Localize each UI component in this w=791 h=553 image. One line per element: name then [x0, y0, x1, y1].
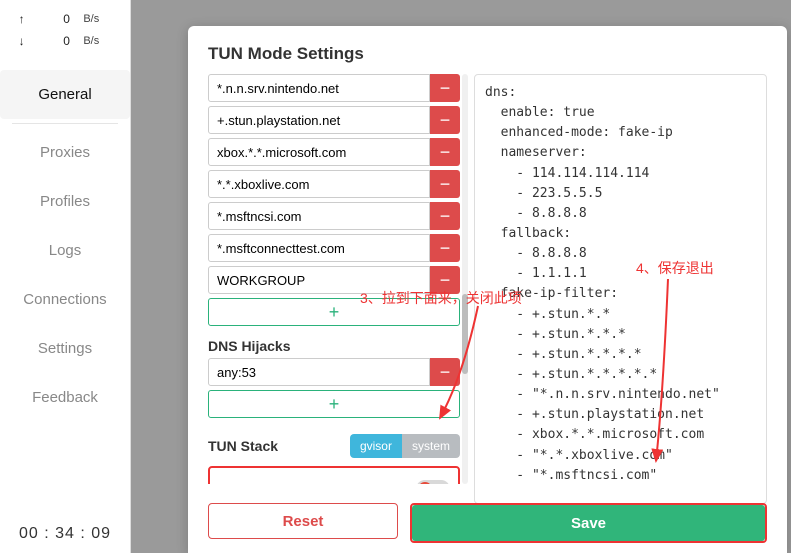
remove-button[interactable]: −: [430, 170, 460, 198]
seg-gvisor[interactable]: gvisor: [350, 434, 402, 458]
filter-input[interactable]: [208, 234, 430, 262]
remove-button[interactable]: −: [430, 106, 460, 134]
arrow-down-icon: ↓: [17, 34, 27, 48]
remove-button[interactable]: −: [430, 202, 460, 230]
scrollbar[interactable]: [462, 74, 468, 484]
tun-stack-label: TUN Stack: [208, 438, 278, 454]
uptime-timer: 00 : 34 : 09: [0, 525, 130, 543]
traffic-stats: ↑ 0 B/s ↓ 0 B/s: [0, 0, 130, 60]
filter-row: −: [208, 202, 460, 230]
filter-row: −: [208, 106, 460, 134]
sidebar-item-profiles[interactable]: Profiles: [0, 177, 130, 226]
filter-row: −: [208, 234, 460, 262]
modal-title: TUN Mode Settings: [208, 44, 767, 64]
divider: [12, 123, 118, 124]
dns-hijacks-label: DNS Hijacks: [208, 338, 460, 354]
sidebar-item-connections[interactable]: Connections: [0, 275, 130, 324]
download-row: ↓ 0 B/s: [0, 30, 130, 52]
seg-system[interactable]: system: [402, 434, 460, 458]
toggle-knob: [418, 482, 432, 484]
scroll-thumb[interactable]: [462, 294, 468, 374]
sidebar-item-proxies[interactable]: Proxies: [0, 128, 130, 177]
download-value: 0: [40, 34, 70, 48]
filter-row: −: [208, 74, 460, 102]
upload-row: ↑ 0 B/s: [0, 8, 130, 30]
remove-button[interactable]: −: [430, 266, 460, 294]
remove-button[interactable]: −: [430, 138, 460, 166]
sidebar-item-settings[interactable]: Settings: [0, 324, 130, 373]
settings-form-column: − − − − − − − + DNS Hijacks − + TUN Stac…: [208, 74, 460, 504]
filter-row: −: [208, 266, 460, 294]
save-button[interactable]: Save: [412, 505, 765, 541]
filter-input[interactable]: [208, 266, 430, 294]
add-filter-button[interactable]: +: [208, 298, 460, 326]
download-unit: B/s: [83, 35, 113, 47]
hijack-row: −: [208, 358, 460, 386]
auto-detect-toggle[interactable]: [416, 480, 450, 484]
tun-settings-modal: TUN Mode Settings − − − − − − − + DNS Hi…: [188, 26, 787, 553]
remove-button[interactable]: −: [430, 74, 460, 102]
remove-button[interactable]: −: [430, 234, 460, 262]
filter-input[interactable]: [208, 74, 430, 102]
arrow-up-icon: ↑: [17, 12, 27, 26]
filter-input[interactable]: [208, 138, 430, 166]
filter-input[interactable]: [208, 106, 430, 134]
remove-button[interactable]: −: [430, 358, 460, 386]
filter-input[interactable]: [208, 170, 430, 198]
reset-button[interactable]: Reset: [208, 503, 398, 539]
sidebar-nav: General Proxies Profiles Logs Connection…: [0, 70, 130, 422]
save-highlight: Save: [410, 503, 767, 543]
upload-value: 0: [40, 12, 70, 26]
filter-input[interactable]: [208, 202, 430, 230]
upload-unit: B/s: [83, 13, 113, 25]
sidebar-item-feedback[interactable]: Feedback: [0, 373, 130, 422]
sidebar-item-logs[interactable]: Logs: [0, 226, 130, 275]
auto-detect-label: Auto Detect Interface: [218, 481, 359, 484]
sidebar-item-general[interactable]: General: [0, 70, 130, 119]
add-hijack-button[interactable]: +: [208, 390, 460, 418]
filter-row: −: [208, 138, 460, 166]
tun-stack-segment[interactable]: gvisor system: [350, 434, 460, 458]
auto-detect-highlight: Auto Detect Interface: [208, 466, 460, 484]
hijack-input[interactable]: [208, 358, 430, 386]
filter-row: −: [208, 170, 460, 198]
yaml-preview: dns: enable: true enhanced-mode: fake-ip…: [474, 74, 767, 504]
